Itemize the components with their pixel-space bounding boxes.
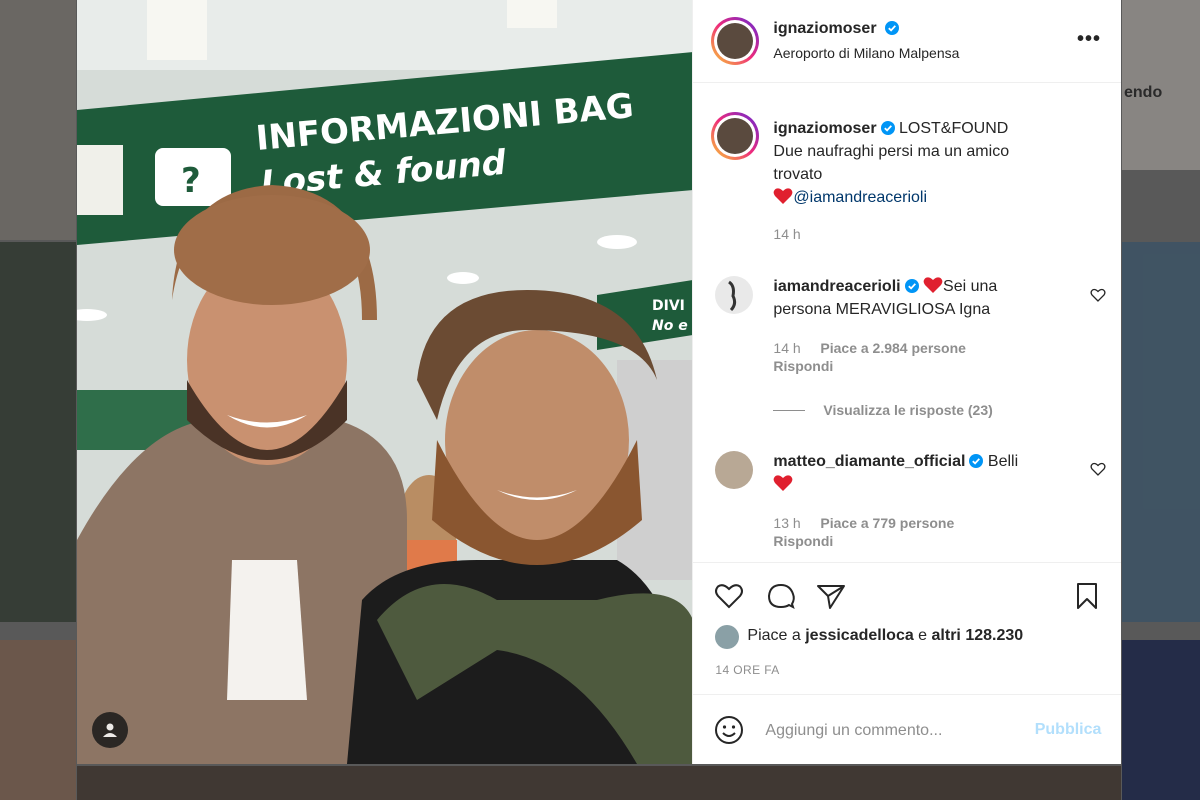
likes-prefix: Piace a [747,627,806,644]
likes-others[interactable]: altri 128.230 [932,627,1024,644]
tagged-users-button[interactable] [92,712,128,748]
caption: ignaziomoser LOST&FOUND Due naufraghi pe… [773,117,1093,209]
comment-2-text: matteo_diamante_official Belli [773,450,1083,496]
photo-illustration: INFORMAZIONI BAG Lost & found ? DIVI No … [77,0,693,764]
comment-1-line-1: Sei una [943,278,998,295]
post-side-panel: ignaziomoser Aeroporto di Milano Malpens… [692,0,1122,765]
comments-section: ignaziomoser LOST&FOUND Due naufraghi pe… [693,83,1121,561]
verified-badge-icon [885,21,899,35]
add-comment-bar: Pubblica [693,694,1122,765]
red-heart-emoji-icon [774,475,793,491]
likes-user[interactable]: jessicadelloca [805,627,914,644]
like-comment-heart-icon[interactable] [1090,461,1106,477]
author-username-row: ignaziomoser [773,20,899,38]
red-heart-emoji-icon [774,188,793,204]
verified-badge-icon [969,454,984,468]
post-modal: INFORMAZIONI BAG Lost & found ? DIVI No … [77,0,1122,765]
caption-author-avatar[interactable] [711,112,760,160]
comment-1-time[interactable]: 14 h [773,340,800,356]
comment-2-time[interactable]: 13 h [773,515,800,531]
sign-right-text-1: DIVI [652,298,685,314]
share-paper-plane-icon[interactable] [815,580,847,612]
caption-line-2: Due naufraghi persi ma un amico [773,143,1010,160]
caption-time[interactable]: 14 h [773,226,800,242]
author-avatar[interactable] [711,17,760,65]
comment-1-reply[interactable]: Rispondi [773,358,833,374]
caption-mention[interactable]: @iamandreacerioli [793,189,927,206]
likes-middle: e [913,627,932,644]
publish-button[interactable]: Pubblica [1035,721,1102,739]
background-partial-text: endo [1124,84,1163,101]
verified-badge-icon [904,279,919,293]
like-heart-icon[interactable] [713,580,745,612]
comment-2-username[interactable]: matteo_diamante_official [773,453,965,470]
verified-badge-icon [880,121,895,135]
comment-avatar[interactable] [715,451,754,489]
red-heart-emoji-icon [923,277,943,293]
svg-text:?: ? [181,161,201,201]
comment-avatar[interactable] [715,276,754,314]
sign-right-text-2: No e [652,318,688,334]
likes-summary[interactable]: Piace a jessicadelloca e altri 128.230 [747,627,1023,645]
emoji-smiley-icon[interactable] [713,714,745,746]
comment-1-text: iamandreacerioli Sei una persona MERAVIG… [773,275,1073,321]
save-bookmark-icon[interactable] [1071,580,1103,612]
comment-1-likes[interactable]: Piace a 2.984 persone [820,340,966,356]
author-username[interactable]: ignaziomoser [773,20,876,37]
comment-2-line-1: Belli [987,453,1019,470]
comment-input[interactable] [763,715,1018,747]
user-tag-icon [103,723,117,737]
post-header: ignaziomoser Aeroporto di Milano Malpens… [693,0,1121,83]
more-options-icon[interactable]: ••• [1077,28,1101,51]
view-replies-link[interactable]: Visualizza le risposte (23) [823,402,992,418]
post-photo[interactable]: INFORMAZIONI BAG Lost & found ? DIVI No … [77,0,693,764]
like-comment-heart-icon[interactable] [1090,287,1106,303]
post-actions: Piace a jessicadelloca e altri 128.230 1… [693,562,1122,765]
caption-line-1: LOST&FOUND [899,120,1009,137]
caption-username[interactable]: ignaziomoser [773,120,876,137]
comment-bubble-icon[interactable] [765,580,797,612]
liker-avatar[interactable] [715,625,740,649]
comment-1-line-2: persona MERAVIGLIOSA Igna [773,301,991,318]
comment-1-username[interactable]: iamandreacerioli [773,278,900,295]
comment-2-reply[interactable]: Rispondi [773,533,833,549]
post-location[interactable]: Aeroporto di Milano Malpensa [773,45,959,61]
comment-2-likes[interactable]: Piace a 779 persone [820,515,954,531]
post-time-ago[interactable]: 14 ORE FA [715,663,779,677]
caption-line-3: trovato [773,166,823,183]
replies-divider [773,410,806,411]
